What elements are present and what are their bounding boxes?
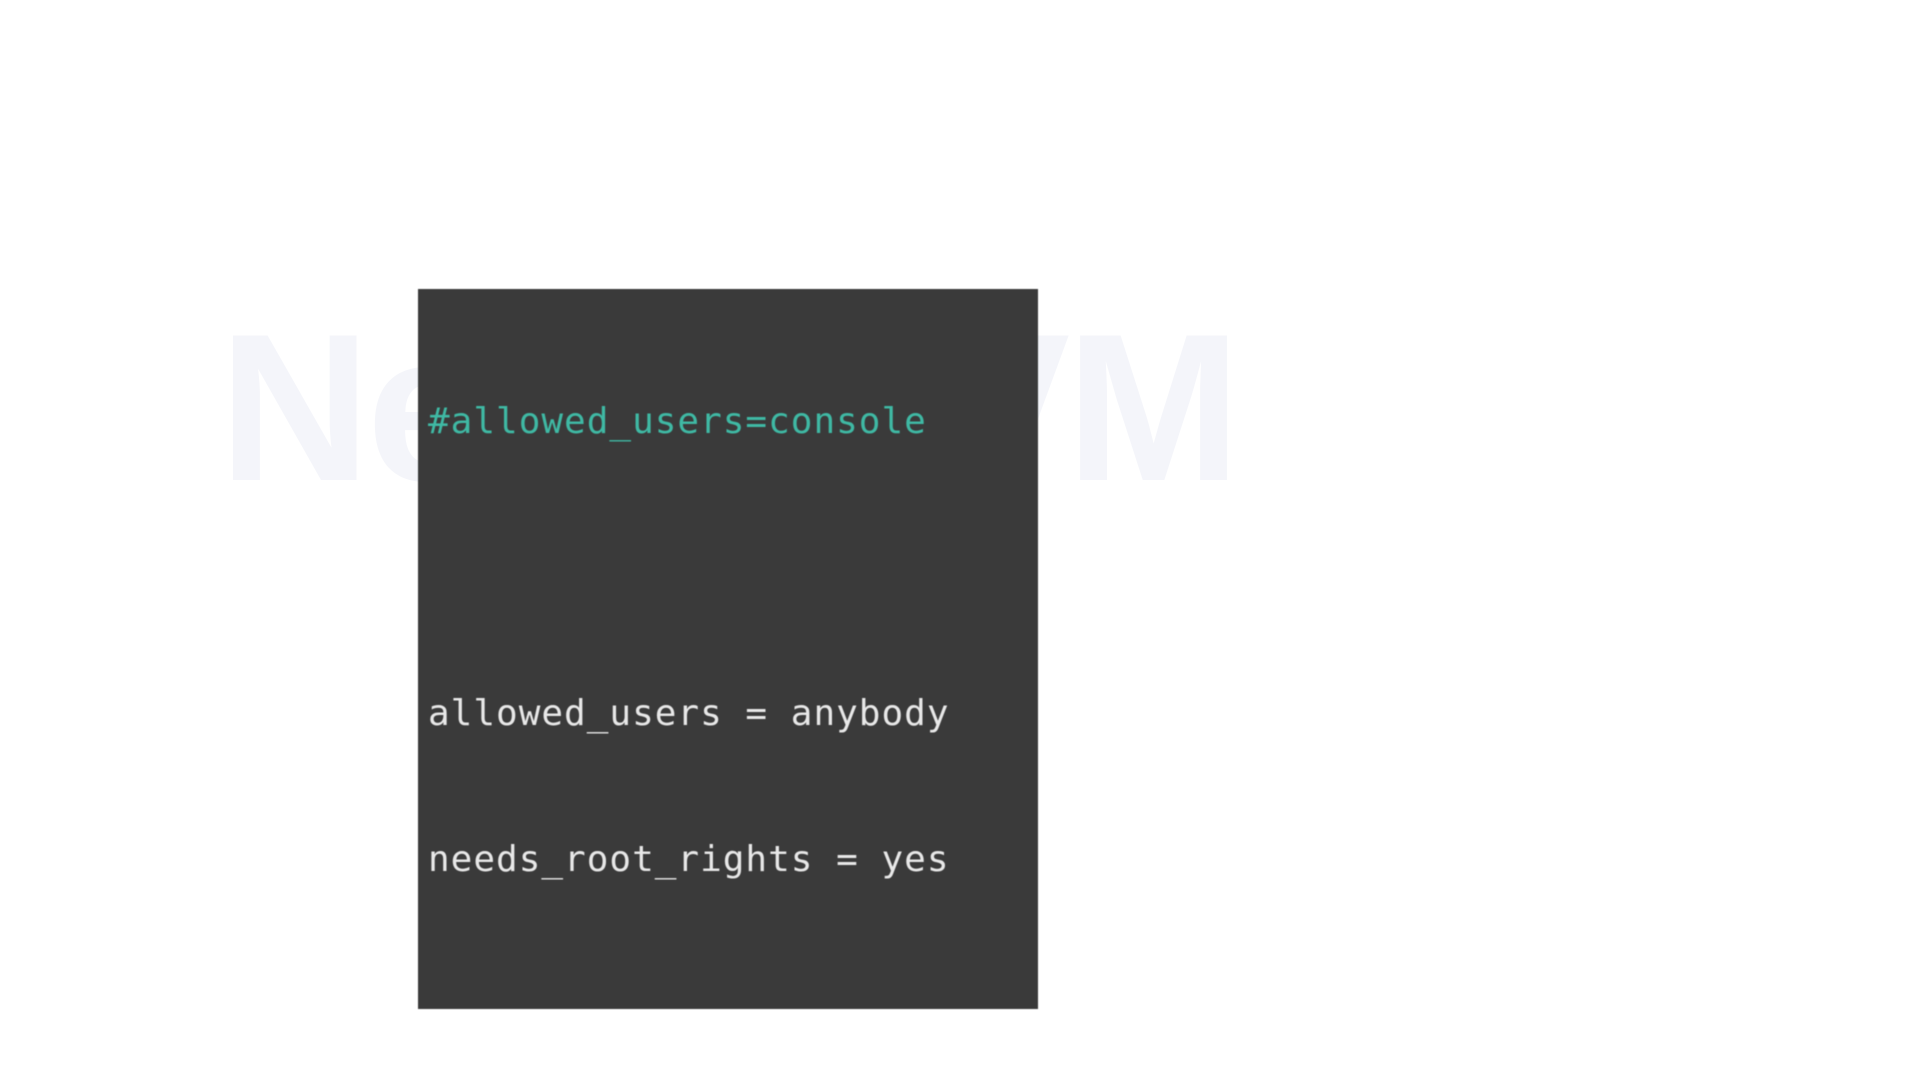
code-allowed-users-line: allowed_users = anybody: [428, 690, 1022, 739]
page-stage: NeuronVM #allowed_users=console allowed_…: [0, 0, 1456, 816]
code-needs-root-line: needs_root_rights = yes: [428, 836, 1022, 885]
config-code-block: #allowed_users=console allowed_users = a…: [418, 289, 1038, 1009]
code-comment-line: #allowed_users=console: [428, 398, 1022, 447]
code-blank-line: [428, 544, 1022, 593]
